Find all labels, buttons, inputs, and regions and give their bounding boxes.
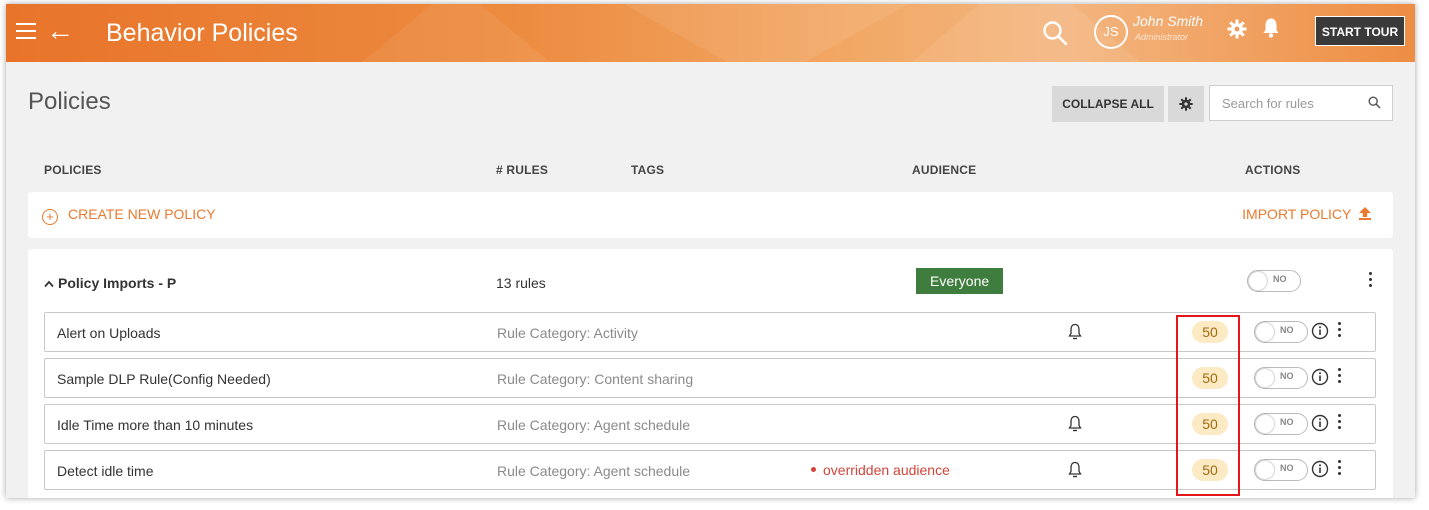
search-input[interactable]: [1220, 95, 1364, 112]
info-icon[interactable]: [1311, 414, 1329, 432]
policy-rules-count: 13 rules: [496, 275, 546, 291]
chevron-up-icon: [44, 280, 54, 288]
toggle-knob: [1256, 461, 1274, 479]
bell-icon[interactable]: [1068, 415, 1082, 433]
column-header-rules: # RULES: [496, 163, 549, 177]
toggle-knob: [1256, 369, 1274, 387]
gear-icon: [1179, 97, 1193, 111]
rule-toggle[interactable]: NO: [1254, 321, 1308, 343]
gear-icon[interactable]: [1227, 19, 1247, 39]
toggle-label: NO: [1280, 463, 1294, 473]
override-label: overridden audience: [823, 462, 950, 478]
rule-row[interactable]: Alert on Uploads Rule Category: Activity…: [44, 312, 1376, 352]
page-title: Policies: [28, 88, 111, 115]
rule-name: Detect idle time: [57, 463, 154, 479]
toggle-label: NO: [1280, 417, 1294, 427]
toggle-knob: [1256, 323, 1274, 341]
column-header-audience: AUDIENCE: [912, 163, 977, 177]
create-new-policy-link[interactable]: + CREATE NEW POLICY: [42, 206, 216, 225]
policy-toggle[interactable]: NO: [1247, 270, 1301, 292]
rule-toggle[interactable]: NO: [1254, 459, 1308, 481]
rule-category: Rule Category: Agent schedule: [497, 417, 691, 433]
app-window: ← Behavior Policies JS John Smith Admini…: [6, 4, 1415, 498]
toggle-label: NO: [1280, 371, 1294, 381]
create-new-policy-label: CREATE NEW POLICY: [68, 206, 216, 222]
rule-toggle[interactable]: NO: [1254, 367, 1308, 389]
policy-group-name: Policy Imports - P: [58, 275, 177, 291]
user-role: Administrator: [1135, 32, 1189, 42]
kebab-icon[interactable]: [1334, 322, 1344, 342]
bell-icon[interactable]: [1068, 461, 1082, 479]
import-policy-label: IMPORT POLICY: [1242, 206, 1352, 222]
collapse-all-button[interactable]: COLLAPSE ALL: [1052, 86, 1164, 122]
risk-score-badge: 50: [1192, 413, 1228, 435]
rule-row[interactable]: Detect idle time Rule Category: Agent sc…: [44, 450, 1376, 490]
column-header-policies: POLICIES: [44, 163, 102, 177]
hamburger-icon[interactable]: [16, 23, 36, 39]
user-name[interactable]: John Smith: [1133, 13, 1203, 29]
override-indicator[interactable]: overridden audience: [811, 462, 950, 478]
kebab-icon[interactable]: [1365, 272, 1375, 292]
plus-circle-icon: +: [42, 209, 58, 225]
risk-score-badge: 50: [1192, 459, 1228, 481]
back-arrow-icon[interactable]: ←: [46, 14, 74, 48]
toggle-knob: [1249, 272, 1267, 290]
header-decoration: [606, 4, 926, 62]
rule-category: Rule Category: Activity: [497, 325, 638, 341]
search-icon[interactable]: [1368, 96, 1381, 109]
policy-group: Policy Imports - P 13 rules Everyone NO …: [28, 249, 1393, 498]
bell-icon[interactable]: [1262, 17, 1280, 39]
info-icon[interactable]: [1311, 368, 1329, 386]
risk-score-badge: 50: [1192, 367, 1228, 389]
kebab-icon[interactable]: [1334, 368, 1344, 388]
rule-toggle[interactable]: NO: [1254, 413, 1308, 435]
rule-name: Sample DLP Rule(Config Needed): [57, 371, 271, 387]
toggle-knob: [1256, 415, 1274, 433]
rule-category: Rule Category: Content sharing: [497, 371, 694, 387]
app-header: ← Behavior Policies JS John Smith Admini…: [6, 4, 1415, 62]
rule-row[interactable]: Idle Time more than 10 minutes Rule Cate…: [44, 404, 1376, 444]
toggle-label: NO: [1273, 274, 1287, 284]
rule-row[interactable]: Sample DLP Rule(Config Needed) Rule Cate…: [44, 358, 1376, 398]
rule-category: Rule Category: Agent schedule: [497, 463, 691, 479]
search-icon[interactable]: [1042, 20, 1068, 46]
column-header-tags: TAGS: [631, 163, 665, 177]
toggle-label: NO: [1280, 325, 1294, 335]
info-icon[interactable]: [1311, 460, 1329, 478]
override-dot: [811, 467, 816, 472]
audience-badge[interactable]: Everyone: [916, 268, 1004, 294]
header-decoration: [336, 4, 576, 62]
risk-score-badge: 50: [1192, 321, 1228, 343]
column-header-actions: ACTIONS: [1245, 163, 1301, 177]
page-header-title: Behavior Policies: [106, 19, 298, 47]
upload-icon: [1359, 207, 1371, 220]
policy-group-header[interactable]: Policy Imports - P: [44, 275, 176, 291]
kebab-icon[interactable]: [1334, 460, 1344, 480]
rule-name: Idle Time more than 10 minutes: [57, 417, 254, 433]
info-icon[interactable]: [1311, 322, 1329, 340]
settings-button[interactable]: [1168, 86, 1204, 122]
create-policy-row: + CREATE NEW POLICY IMPORT POLICY: [28, 192, 1393, 238]
kebab-icon[interactable]: [1334, 414, 1344, 434]
avatar[interactable]: JS: [1094, 15, 1128, 49]
search-box: [1209, 85, 1393, 121]
start-tour-button[interactable]: START TOUR: [1315, 16, 1405, 46]
import-policy-link[interactable]: IMPORT POLICY: [1242, 206, 1371, 222]
bell-icon[interactable]: [1068, 323, 1082, 341]
rule-name: Alert on Uploads: [57, 325, 161, 341]
